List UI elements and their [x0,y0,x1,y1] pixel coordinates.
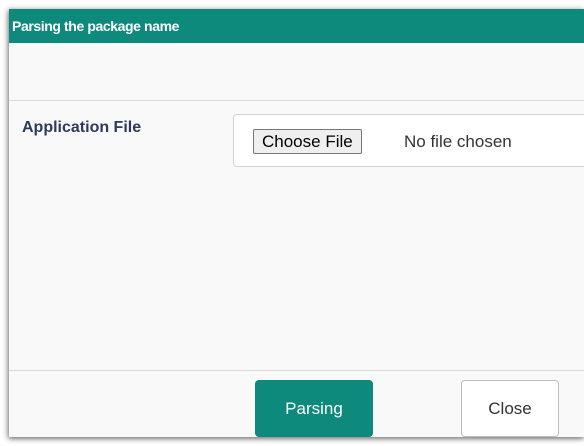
footer-divider [9,370,584,371]
close-button[interactable]: Close [461,380,559,437]
dialog-title: Parsing the package name [9,9,584,43]
application-file-label: Application File [22,119,142,136]
header-divider [9,100,584,101]
choose-file-button[interactable]: Choose File [253,129,362,154]
application-file-input[interactable]: Choose File No file chosen [233,114,584,167]
parse-package-dialog: Parsing the package name Application Fil… [9,9,584,437]
file-status-text: No file chosen [404,132,512,151]
parsing-button[interactable]: Parsing [255,380,373,437]
